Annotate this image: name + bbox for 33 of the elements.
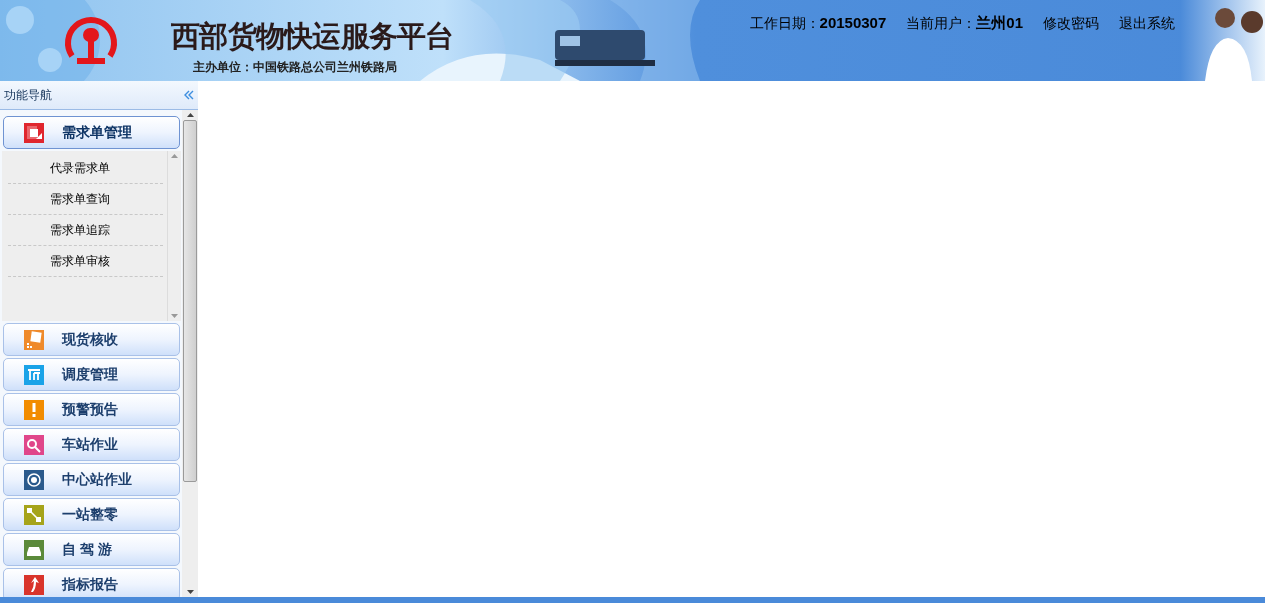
submenu-item[interactable]: 代录需求单 xyxy=(8,153,163,184)
user-label: 当前用户： xyxy=(906,13,977,33)
header-link[interactable]: 退出系统 xyxy=(1119,12,1175,34)
submenu-item[interactable]: 需求单查询 xyxy=(8,184,163,215)
collapse-icon[interactable] xyxy=(184,90,194,100)
work-date-label: 工作日期： xyxy=(749,13,820,33)
site-title: 西部货物快运服务平台 xyxy=(171,18,454,55)
documents-icon xyxy=(24,122,44,143)
user-value: 兰州01 xyxy=(976,13,1023,33)
accordion-header[interactable]: 调度管理 xyxy=(3,358,180,391)
tree-icon xyxy=(24,364,44,385)
accordion-header[interactable]: 指标报告 xyxy=(3,568,180,597)
scroll-down-icon[interactable] xyxy=(186,590,194,594)
accordion-header[interactable]: 预警预告 xyxy=(3,393,180,426)
scroll-up-icon[interactable] xyxy=(186,113,194,117)
accordion-header[interactable]: 一站整零 xyxy=(3,498,180,531)
header-link[interactable]: 修改密码 xyxy=(1043,12,1099,34)
link-icon xyxy=(24,504,44,525)
submenu-item[interactable]: 需求单审核 xyxy=(8,246,163,277)
accordion-header[interactable]: 需求单管理 xyxy=(3,116,180,149)
accordion-header[interactable]: 现货核收 xyxy=(3,323,180,356)
exclamation-icon xyxy=(24,399,44,420)
magnifier-icon xyxy=(24,434,44,455)
accordion-header[interactable]: 中心站作业 xyxy=(3,463,180,496)
sidebar-title: 功能导航 xyxy=(4,87,52,104)
work-date-value: 20150307 xyxy=(819,13,887,33)
target-icon xyxy=(24,469,44,490)
note-icon xyxy=(24,329,44,350)
scrollbar[interactable] xyxy=(182,110,198,597)
accordion-header[interactable]: 自 驾 游 xyxy=(3,533,180,566)
site-subtitle: 主办单位：中国铁路总公司兰州铁路局 xyxy=(193,59,398,76)
submenu-item[interactable]: 需求单追踪 xyxy=(8,215,163,246)
accordion-header[interactable]: 车站作业 xyxy=(3,428,180,461)
